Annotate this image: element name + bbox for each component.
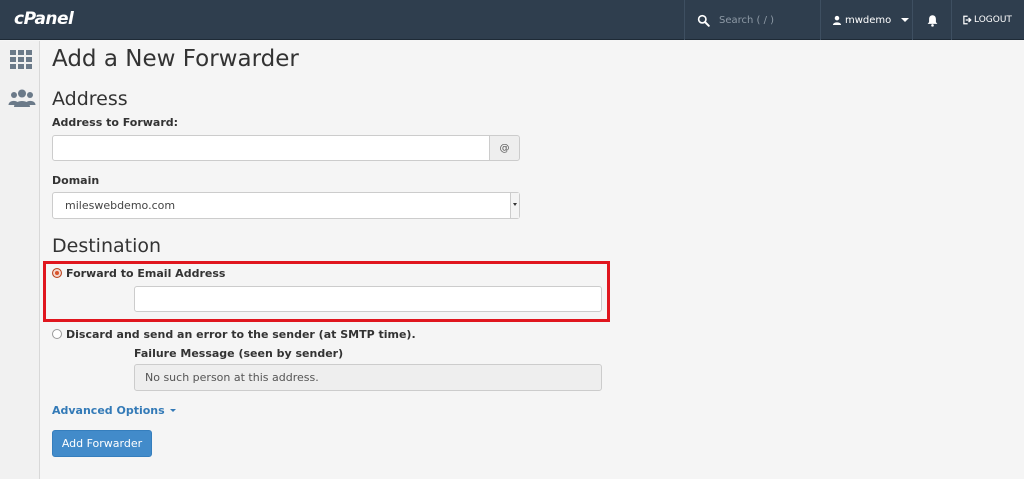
search-box[interactable] <box>684 0 820 40</box>
domain-label: Domain <box>52 174 100 187</box>
highlight-box <box>43 261 610 322</box>
page-title: Add a New Forwarder <box>52 46 299 72</box>
search-icon <box>697 14 710 27</box>
grid-icon <box>10 50 32 69</box>
discard-label[interactable]: Discard and send an error to the sender … <box>66 328 416 341</box>
add-forwarder-button[interactable]: Add Forwarder <box>52 430 152 457</box>
logout-button[interactable]: LOGOUT <box>952 0 1024 40</box>
top-bar: cPanel mwdemo LOGOUT <box>0 0 1024 40</box>
bell-icon <box>927 14 937 27</box>
advanced-options-label: Advanced Options <box>52 404 165 417</box>
home-nav-button[interactable] <box>8 49 34 71</box>
domain-select[interactable]: mileswebdemo.com <box>52 192 520 219</box>
domain-selected-value: mileswebdemo.com <box>65 199 176 212</box>
users-icon <box>8 89 36 107</box>
failure-message-label: Failure Message (seen by sender) <box>134 347 344 360</box>
at-symbol-addon: @ <box>489 135 520 161</box>
address-to-forward-input[interactable] <box>52 135 490 161</box>
left-rail <box>0 41 40 479</box>
destination-heading: Destination <box>52 235 162 257</box>
logout-label: LOGOUT <box>974 15 1012 25</box>
caret-down-icon <box>169 409 176 412</box>
user-menu[interactable]: mwdemo <box>820 0 912 40</box>
address-to-forward-label: Address to Forward: <box>52 116 179 129</box>
search-input[interactable] <box>719 14 815 26</box>
cpanel-logo[interactable]: cPanel <box>14 9 74 29</box>
notifications-button[interactable] <box>912 0 952 40</box>
discard-radio[interactable] <box>52 329 62 339</box>
select-arrow-icon[interactable] <box>510 193 519 218</box>
chevron-down-icon <box>901 18 910 22</box>
username-label: mwdemo <box>845 14 892 26</box>
advanced-options-toggle[interactable]: Advanced Options <box>52 404 176 417</box>
address-heading: Address <box>52 88 128 110</box>
failure-message-placeholder: No such person at this address. <box>145 371 319 384</box>
failure-message-input[interactable]: No such person at this address. <box>134 364 602 391</box>
users-nav-button[interactable] <box>8 88 36 110</box>
user-icon <box>832 15 842 25</box>
logout-icon <box>963 15 972 25</box>
